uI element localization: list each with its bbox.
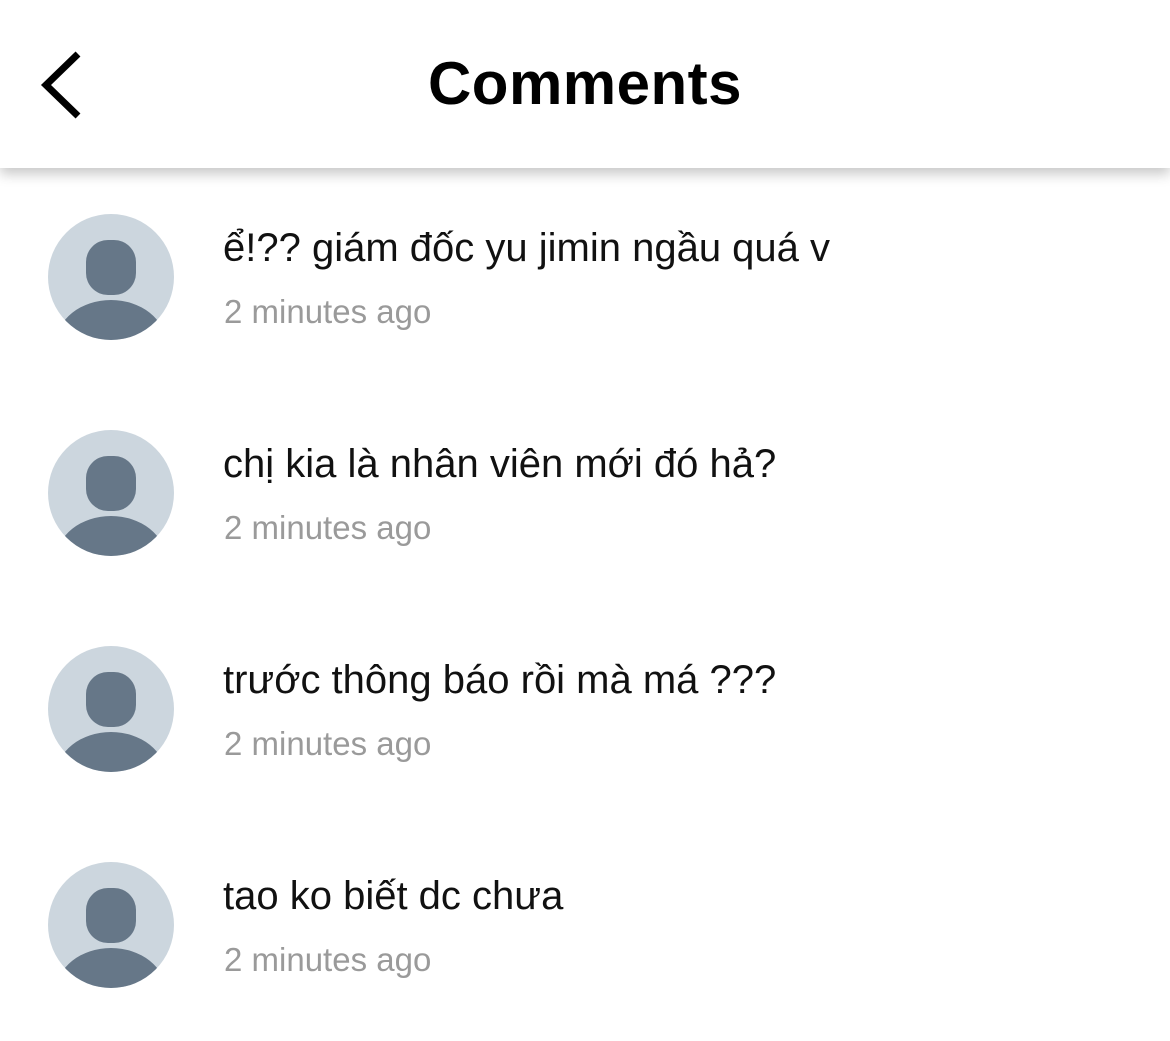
default-user-icon [56, 240, 166, 340]
comment-timestamp: 2 minutes ago [224, 293, 432, 330]
default-user-icon [56, 672, 166, 772]
comment-text: tao ko biết dc chưa [223, 874, 564, 918]
default-user-icon [56, 888, 166, 988]
comment-item[interactable]: chị kia là nhân viên mới đó hả? 2 minute… [0, 384, 1170, 564]
page-title: Comments [427, 50, 743, 117]
avatar[interactable] [48, 214, 174, 340]
comment-item[interactable]: ể!?? giám đốc yu jimin ngầu quá v 2 minu… [0, 168, 1170, 348]
comment-item[interactable]: tao ko biết dc chưa 2 minutes ago [0, 816, 1170, 996]
comment-item[interactable]: trước thông báo rồi mà má ??? 2 minutes … [0, 600, 1170, 780]
comment-timestamp: 2 minutes ago [224, 725, 432, 762]
default-user-icon [56, 456, 166, 556]
avatar[interactable] [48, 646, 174, 772]
avatar[interactable] [48, 862, 174, 988]
comment-text: chị kia là nhân viên mới đó hả? [223, 442, 777, 486]
comment-timestamp: 2 minutes ago [224, 509, 432, 546]
comment-text: trước thông báo rồi mà má ??? [223, 658, 777, 702]
header-bar: Comments [0, 0, 1170, 168]
comment-timestamp: 2 minutes ago [224, 941, 432, 978]
comment-text: ể!?? giám đốc yu jimin ngầu quá v [223, 226, 831, 270]
avatar[interactable] [48, 430, 174, 556]
